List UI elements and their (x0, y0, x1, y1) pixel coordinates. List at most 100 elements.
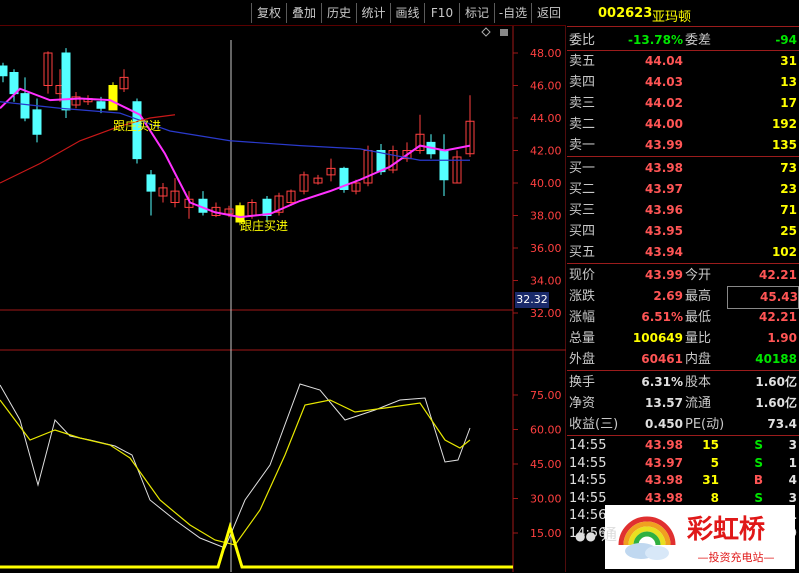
tick-count: 4 (788, 473, 797, 487)
sell-row: 卖二 44.00 192 (567, 114, 799, 135)
tick-volume: 5 (710, 455, 719, 470)
stat2-value-2: 73.4 (767, 417, 797, 431)
osc-tick-label: 75.00 (530, 389, 562, 402)
sell-volume: 192 (771, 117, 797, 131)
wechat-partial-text: ●● 通 (575, 525, 618, 544)
stat-value: 6.51% (641, 310, 683, 324)
stat-label: 现价 (569, 268, 596, 283)
tick-count: 1 (788, 455, 797, 470)
tick-time: 14:55 (569, 438, 607, 453)
price-tick-label: 40.00 (530, 177, 562, 190)
sell-label: 卖三 (569, 96, 596, 111)
sell-price: 44.03 (645, 75, 683, 89)
tick-side: B (753, 473, 763, 487)
tick-side: S (754, 455, 763, 470)
stat2-value-2: 1.60亿 (755, 396, 797, 410)
toolbar-btn-8[interactable]: 返回 (531, 3, 566, 23)
buy-label: 买一 (569, 161, 596, 176)
diamond-icon (481, 27, 491, 37)
osc-tick-label: 30.00 (530, 493, 562, 506)
buy-row: 买二 43.97 23 (567, 179, 799, 200)
osc-tick-label: 60.00 (530, 424, 562, 437)
toolbar: 复权 叠加 历史 统计 画线 F10 标记 -自选 返回 (0, 0, 566, 26)
toolbar-btn-0[interactable]: 复权 (251, 3, 286, 23)
stat-label-2: 内盘 (685, 352, 712, 367)
sell-row: 卖三 44.02 17 (567, 93, 799, 114)
toolbar-btn-4[interactable]: 画线 (390, 3, 424, 23)
sell-volume: 13 (780, 75, 797, 89)
buy-price: 43.97 (645, 182, 683, 196)
slogan-text: —投资充电站— (697, 551, 775, 564)
sell-volume: 17 (780, 96, 797, 110)
sell-price: 44.02 (645, 96, 683, 110)
stat2-value: 13.57 (645, 396, 683, 410)
stock-header: 002623 亚玛顿 (567, 4, 799, 25)
buy-price: 43.98 (645, 161, 683, 175)
buy-price: 43.95 (645, 224, 683, 238)
divider (567, 263, 799, 264)
candle-body (20, 93, 30, 119)
watermark-logo: 彩虹桥 —投资充电站— (605, 505, 795, 569)
stat2-label-2: 股本 (685, 375, 712, 390)
stat-value: 100649 (632, 331, 683, 345)
toolbar-btn-7[interactable]: -自选 (494, 3, 531, 23)
signal-line (0, 521, 513, 569)
stat2-row: 换手 6.31% 股本 1.60亿 (567, 372, 799, 393)
toolbar-btn-5[interactable]: F10 (424, 3, 459, 23)
sell-volume: 135 (771, 138, 797, 152)
weibi-label: 委比 (569, 33, 596, 48)
stat-row: 总量 100649 量比 1.90 (567, 328, 799, 349)
tick-price: 43.98 (645, 490, 683, 505)
stat-row: 现价 43.99 今开 42.21 (567, 265, 799, 286)
toolbar-btn-3[interactable]: 统计 (356, 3, 390, 23)
buy-volume: 23 (780, 182, 797, 196)
divider (567, 26, 799, 27)
sell-row: 卖四 44.03 13 (567, 72, 799, 93)
stat2-value: 0.450 (645, 417, 683, 431)
stat-value-2: 40188 (755, 352, 797, 366)
tick-price: 43.97 (645, 455, 683, 470)
kline-chart-area[interactable]: 48.00 46.00 44.00 42.00 40.00 38.00 36.00 34.00… (0, 0, 566, 572)
buy-label: 买三 (569, 203, 596, 218)
candle-body (439, 150, 449, 181)
sell-price: 44.00 (645, 117, 683, 131)
tick-time: 14:55 (569, 490, 607, 506)
stat2-label-2: PE(动) (685, 417, 725, 432)
tick-count: 3 (788, 438, 797, 452)
toolbar-btn-2[interactable]: 历史 (321, 3, 356, 23)
candle-body (0, 65, 8, 77)
buy-price: 43.96 (645, 203, 683, 217)
panel-toggle-icon (500, 29, 508, 36)
tick-volume: 31 (702, 473, 719, 487)
stat2-label: 换手 (569, 375, 596, 390)
buy-signal-label-1: 跟庄买进 (113, 119, 162, 133)
tick-side: S (754, 438, 763, 452)
stat-value: 2.69 (653, 289, 683, 303)
stat-label-2: 最低 (685, 310, 712, 325)
toolbar-btn-6[interactable]: 标记 (459, 3, 494, 23)
stat2-row: 净资 13.57 流通 1.60亿 (567, 393, 799, 414)
divider (567, 370, 799, 371)
tick-row: 14:55 43.98 15 S 3 (567, 437, 799, 454)
candle-body (146, 174, 156, 192)
tick-side: S (754, 490, 763, 505)
stat-label: 外盘 (569, 352, 596, 367)
buy-volume: 71 (780, 203, 797, 217)
buy-row: 买四 43.95 25 (567, 221, 799, 242)
stat-label-2: 量比 (685, 331, 712, 346)
stat-label: 总量 (569, 331, 596, 346)
candle-body (61, 52, 71, 111)
buy-volume: 25 (780, 224, 797, 238)
toolbar-btn-1[interactable]: 叠加 (286, 3, 321, 23)
tick-volume: 15 (702, 438, 719, 452)
stat-value-2: 1.90 (767, 331, 797, 345)
buy-label: 买四 (569, 224, 596, 239)
stat-value: 60461 (641, 352, 683, 366)
buy-label: 买五 (569, 245, 596, 260)
sell-price: 44.04 (645, 54, 683, 68)
candle-body (96, 101, 106, 109)
weicha-label: 委差 (685, 33, 712, 48)
tick-row: 14:55 43.97 5 S 1 (567, 455, 799, 472)
quote-panel: 002623 亚玛顿 委比 -13.78% 委差 -94 卖五 44.04 31 卖四 44.0… (567, 0, 799, 572)
toolbar-divider (0, 25, 566, 26)
